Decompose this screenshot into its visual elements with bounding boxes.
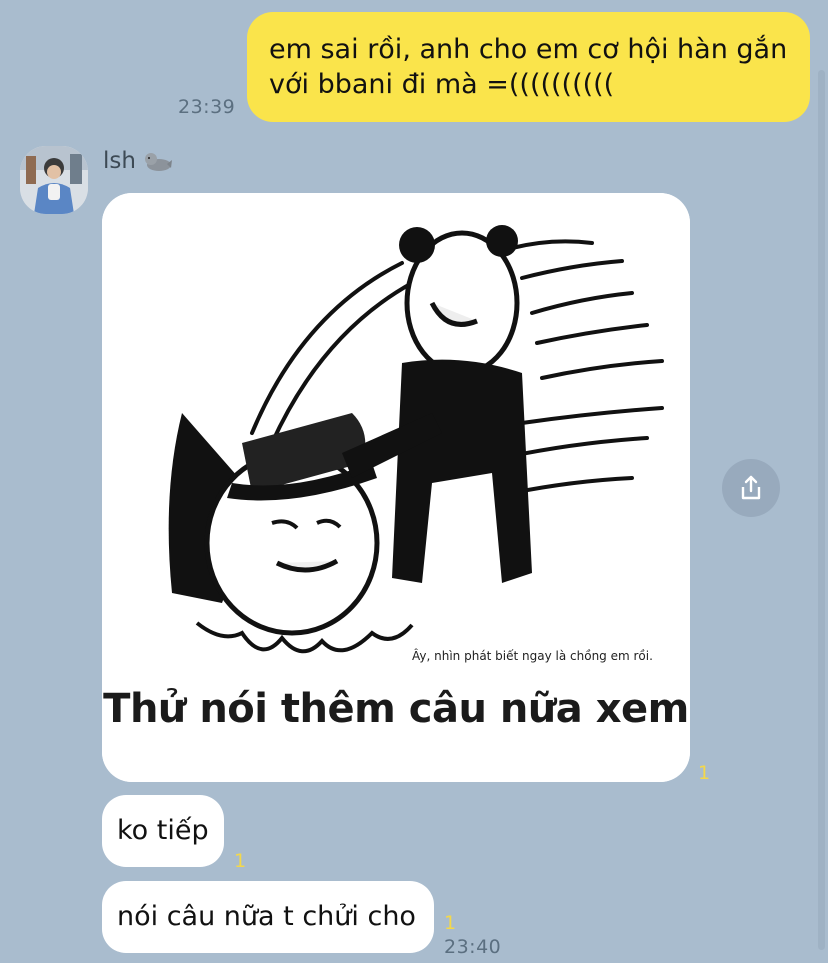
incoming-message-bubble[interactable]: ko tiếp <box>102 795 224 867</box>
outgoing-message-line-1: em sai rồi, anh cho em cơ hội hàn gắn <box>269 34 788 65</box>
scrollbar-thumb[interactable] <box>818 70 825 950</box>
outgoing-message-line-2: với bbani đi mà =(((((((((( <box>269 69 615 100</box>
seal-icon <box>145 153 172 171</box>
avatar-photo <box>20 146 88 214</box>
incoming-message-text: ko tiếp <box>117 815 209 846</box>
share-button[interactable] <box>722 459 780 517</box>
incoming-message-bubble[interactable]: nói câu nữa t chửi cho <box>102 881 434 953</box>
image-read-count: 1 <box>698 762 711 784</box>
outgoing-message-time: 23:39 <box>178 96 236 118</box>
sender-name: lsh <box>103 148 136 174</box>
outgoing-message-bubble[interactable]: em sai rồi, anh cho em cơ hội hàn gắn vớ… <box>247 12 810 122</box>
share-icon <box>741 475 761 500</box>
incoming-message-time: 23:40 <box>444 936 502 958</box>
incoming-message-text: nói câu nữa t chửi cho <box>117 901 416 932</box>
incoming-read-count: 1 <box>444 912 457 934</box>
image-caption: Thử nói thêm câu nữa xem <box>103 686 689 732</box>
incoming-read-count: 1 <box>234 850 247 872</box>
image-small-caption: Ây, nhìn phát biết ngay là chồng em rồi. <box>412 648 653 663</box>
scrollbar[interactable] <box>814 0 828 963</box>
sender-avatar[interactable] <box>20 146 88 214</box>
